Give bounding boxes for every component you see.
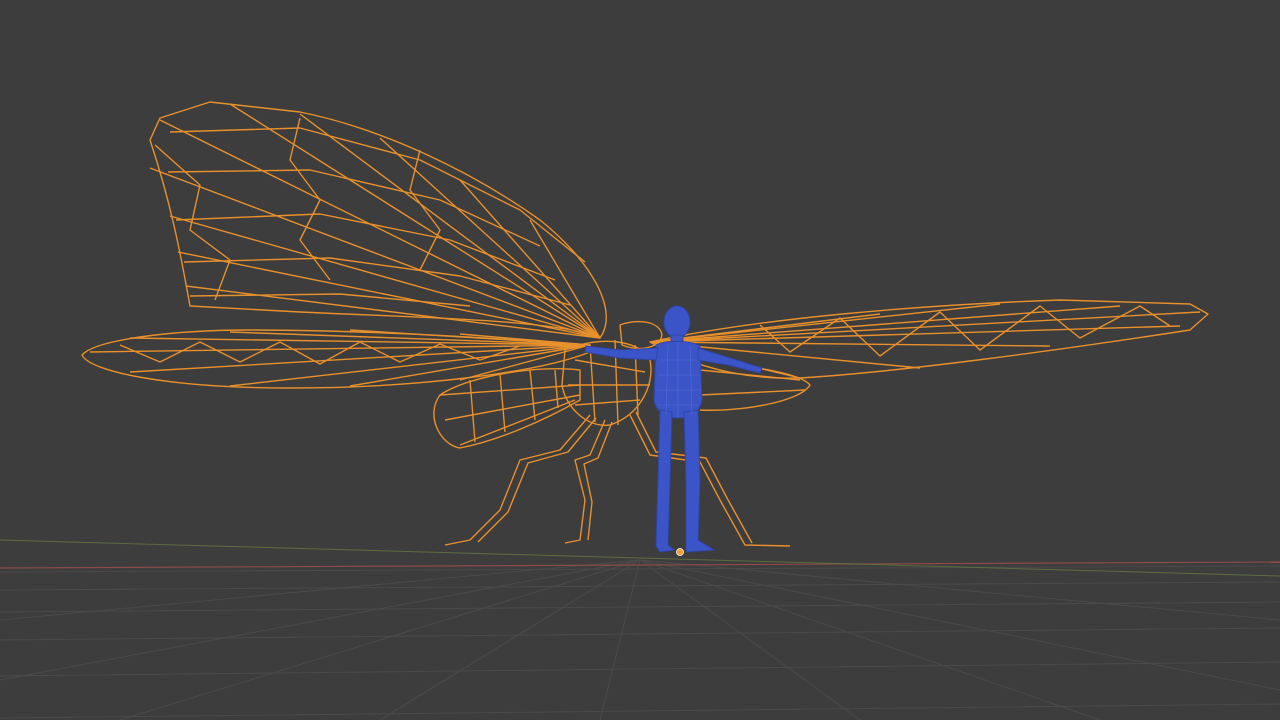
butterfly-wireframe[interactable]: [81, 101, 1209, 547]
scene-canvas[interactable]: [0, 0, 1280, 720]
y-axis-line: [0, 539, 1280, 577]
floor-grid: [0, 559, 1280, 720]
3d-viewport[interactable]: [0, 0, 1280, 720]
origin-marker-icon[interactable]: [676, 548, 684, 556]
